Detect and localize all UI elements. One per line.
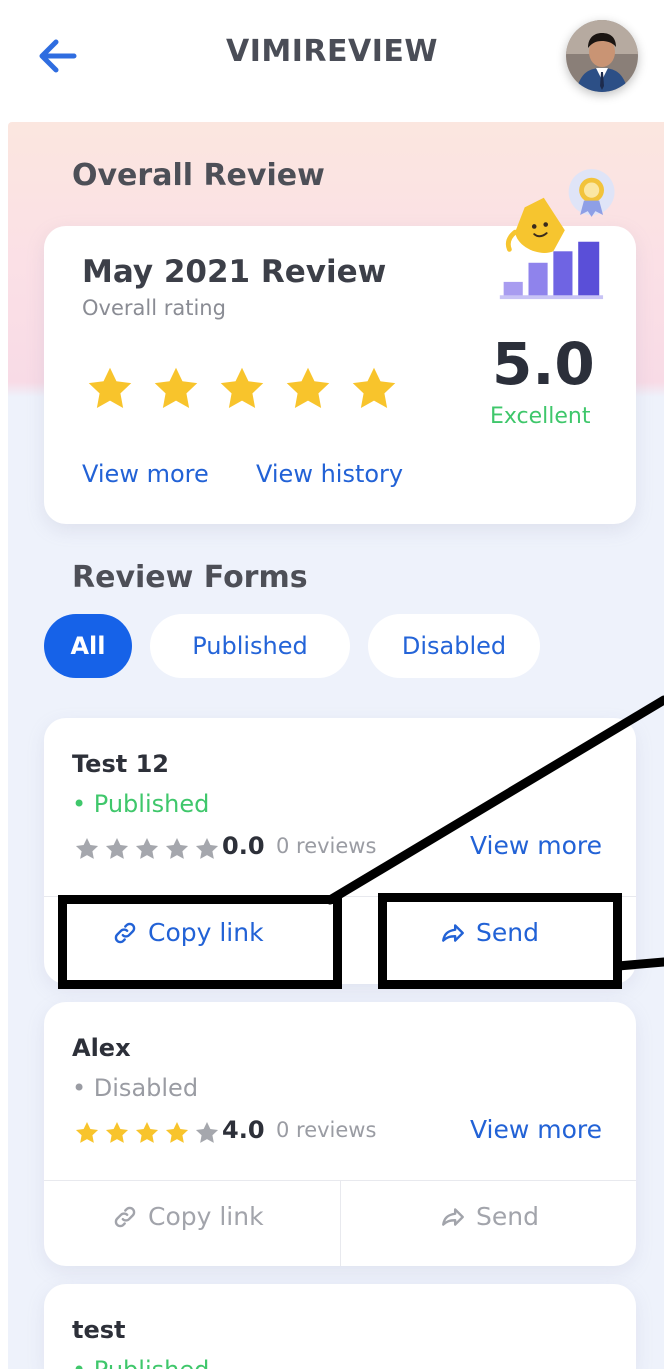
annotation-pointer-lines <box>325 695 664 971</box>
